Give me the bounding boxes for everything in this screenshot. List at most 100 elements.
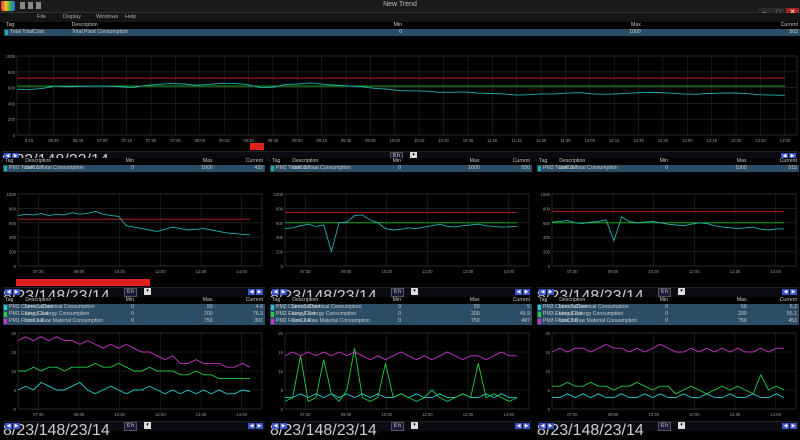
forward-arrow-icon[interactable]: ▶ [256, 289, 263, 295]
menu-file[interactable]: File [37, 14, 46, 20]
x-tick-label: 09:00 [608, 269, 619, 274]
legend-header-row: Tag Description Min Max Current [3, 297, 265, 304]
chevron-down-icon[interactable]: ▾ [144, 422, 151, 429]
legend-row[interactable]: Total TotalCost Total Plant Consumption 0 1… [4, 29, 800, 36]
header-description: Description [559, 297, 586, 303]
back-arrow-icon[interactable]: ◀ [5, 423, 12, 429]
menu-windows[interactable]: Windows [96, 14, 118, 20]
forward-arrow-icon[interactable]: ▶ [13, 289, 20, 295]
y-tick-label: 15 [11, 350, 16, 355]
legend-min: 0 [131, 165, 134, 171]
header-current: Current [780, 22, 798, 28]
x-tick-label: 14:00 [503, 269, 514, 274]
back-arrow-icon[interactable]: ◀ [5, 289, 12, 295]
bottom.2-chart[interactable]: 2015105007:30 09:00 10:30 12:00 13:30 14:00 [537, 329, 799, 419]
x-tick-label: 10:30 [114, 269, 125, 274]
chevron-down-icon[interactable]: ▾ [411, 288, 418, 295]
top-chart[interactable]: 100080060040020006:15 06:30 06:45 07:00 07:1… [2, 52, 800, 145]
legend-max: 1000 [468, 165, 480, 171]
legend-row[interactable]: PM3 FiberCost Line 3 Raw Material Consump… [537, 318, 799, 325]
interval-control[interactable]: 6 h [658, 288, 671, 297]
back-arrow-icon[interactable]: ◀ [248, 423, 255, 429]
mid.1-chart[interactable]: 1000800600400200007:30 09:00 10:30 12:00 13:… [270, 190, 532, 276]
line2-components-legend: Tag Description Min Max Current PM2 ChemicalC… [270, 297, 532, 325]
header-description: Description [25, 297, 52, 303]
interval-control[interactable]: 6 h [391, 422, 404, 431]
mid.1-navigator: ◀▶8/23/146 h▾8/23/14◀▶ [270, 287, 532, 305]
legend-current: 391 [254, 318, 263, 324]
legend-min: 0 [665, 304, 668, 310]
plot-background [537, 329, 799, 419]
legend-min: 0 [398, 165, 401, 171]
y-tick-label: 200 [9, 250, 17, 255]
legend-row[interactable]: PM1 ChemicalCost Line 1 Chemical Consumpt… [3, 304, 265, 311]
legend-min: 0 [398, 311, 401, 317]
legend-row[interactable]: PM1 EnergyCost Line 1 Energy Consumption 0… [3, 311, 265, 318]
alarm-bar [16, 279, 150, 286]
forward-arrow-icon[interactable]: ▶ [523, 289, 530, 295]
back-arrow-icon[interactable]: ◀ [782, 423, 789, 429]
legend-row[interactable]: PM2 ChemicalCost Line 2 Chemical Consumpt… [270, 304, 532, 311]
menu-display[interactable]: Display [63, 14, 81, 20]
bottom.1-chart[interactable]: 2015105007:30 09:00 10:30 12:00 13:30 14:00 [270, 329, 532, 419]
x-tick-label: 09:45 [365, 138, 376, 143]
x-tick-label: 13:30 [730, 412, 741, 417]
x-tick-label: 06:30 [48, 138, 59, 143]
forward-arrow-icon[interactable]: ▶ [13, 423, 20, 429]
forward-arrow-icon[interactable]: ▶ [280, 289, 287, 295]
back-arrow-icon[interactable]: ◀ [782, 289, 789, 295]
interval-control[interactable]: 6 h [658, 422, 671, 431]
legend-min: 0 [398, 304, 401, 310]
legend-row[interactable]: PM1 FiberCost Line 1 Raw Material Consump… [3, 318, 265, 325]
back-arrow-icon[interactable]: ◀ [539, 423, 546, 429]
forward-arrow-icon[interactable]: ▶ [790, 423, 797, 429]
back-arrow-icon[interactable]: ◀ [272, 289, 279, 295]
header-max: Max [202, 297, 213, 303]
forward-arrow-icon[interactable]: ▶ [523, 423, 530, 429]
x-tick-label: 12:45 [658, 138, 669, 143]
interval-control[interactable]: 6 h [124, 422, 137, 431]
legend-max: 750 [203, 318, 213, 324]
chevron-down-icon[interactable]: ▾ [678, 422, 685, 429]
chevron-down-icon[interactable]: ▾ [411, 422, 418, 429]
legend-max: 1000 [735, 165, 747, 171]
line1-components-swatch [4, 312, 7, 317]
header-current: Current [245, 158, 263, 164]
mid.0-chart[interactable]: 1000800600400200007:30 09:00 10:30 12:00 13:… [3, 190, 265, 276]
forward-arrow-icon[interactable]: ▶ [256, 423, 263, 429]
interval-control[interactable]: 6 h [124, 288, 137, 297]
legend-description: Line 2 Total Consumption [292, 165, 351, 171]
legend-current: 497 [521, 318, 530, 324]
legend-row[interactable]: PM3 EnergyCost Line 3 Energy Consumption 0… [537, 311, 799, 318]
back-arrow-icon[interactable]: ◀ [515, 289, 522, 295]
back-arrow-icon[interactable]: ◀ [248, 289, 255, 295]
chevron-down-icon[interactable]: ▾ [144, 288, 151, 295]
bottom.0-chart[interactable]: 2015105007:30 09:00 10:30 12:00 13:30 14:00 [3, 329, 265, 419]
interval-value: 6 h [661, 423, 668, 429]
legend-row[interactable]: PM3 TotalCost Line 3 Total Consumption 0 10… [537, 165, 799, 172]
back-arrow-icon[interactable]: ◀ [515, 423, 522, 429]
legend-row[interactable]: PM2 EnergyCost Line 2 Energy Consumption 0… [270, 311, 532, 318]
legend-header-row: Tag Description Min Max Current [270, 297, 532, 304]
forward-arrow-icon[interactable]: ▶ [280, 423, 287, 429]
header-min: Min [392, 158, 401, 164]
legend-row[interactable]: PM3 ChemicalCost Line 3 Chemical Consumpt… [537, 304, 799, 311]
forward-arrow-icon[interactable]: ▶ [790, 289, 797, 295]
forward-arrow-icon[interactable]: ▶ [547, 289, 554, 295]
interval-control[interactable]: 6 h [391, 288, 404, 297]
x-tick-label: 08:45 [268, 138, 279, 143]
legend-row[interactable]: PM1 TotalCost Line 1 Total Consumption 0 10… [3, 165, 265, 172]
y-tick-label: 1000 [6, 54, 16, 59]
header-min: Min [392, 297, 401, 303]
x-tick-label: 13:30 [463, 269, 474, 274]
chevron-down-icon[interactable]: ▾ [678, 288, 685, 295]
mid.2-chart[interactable]: 1000800600400200007:30 09:00 10:30 12:00 13:… [537, 190, 799, 276]
back-arrow-icon[interactable]: ◀ [272, 423, 279, 429]
back-arrow-icon[interactable]: ◀ [539, 289, 546, 295]
legend-row[interactable]: PM2 TotalCost Line 2 Total Consumption 0 10… [270, 165, 532, 172]
forward-arrow-icon[interactable]: ▶ [547, 423, 554, 429]
menu-help[interactable]: Help [125, 14, 136, 20]
x-tick-label: 13:30 [196, 269, 207, 274]
legend-current: 432 [254, 165, 263, 171]
legend-row[interactable]: PM2 FiberCost Line 2 Raw Material Consump… [270, 318, 532, 325]
